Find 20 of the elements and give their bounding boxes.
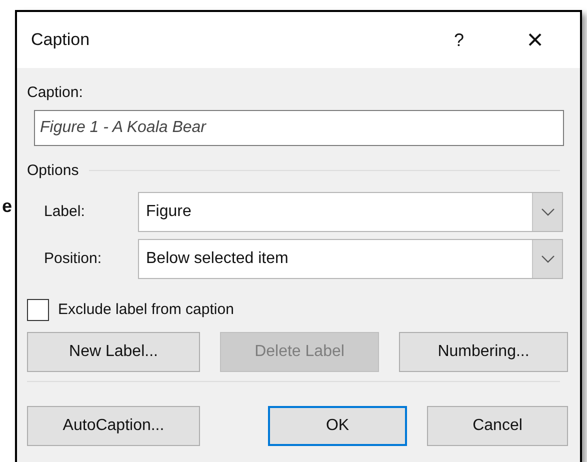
- field-label: Label:: [43, 202, 86, 222]
- checkbox[interactable]: [27, 299, 49, 322]
- window-title: Caption: [31, 29, 91, 52]
- chevron-down-icon: [540, 208, 554, 216]
- background-text: e: [2, 197, 14, 215]
- field-label: Position:: [43, 248, 103, 269]
- dialog-button[interactable]: Numbering...: [399, 332, 568, 372]
- dialog-button[interactable]: OK: [268, 406, 407, 446]
- checkbox-label: Exclude label from caption: [58, 300, 234, 320]
- help-button[interactable]: ?: [444, 26, 474, 54]
- caption-label: Caption:: [27, 83, 84, 103]
- caption-field[interactable]: Figure 1 - A Koala Bear: [34, 110, 564, 146]
- close-button[interactable]: ×: [520, 26, 550, 54]
- dialog-button[interactable]: Cancel: [427, 406, 568, 446]
- dialog-button[interactable]: AutoCaption...: [27, 406, 200, 446]
- dialog-button[interactable]: New Label...: [27, 332, 200, 372]
- chevron-down-icon: [540, 255, 554, 263]
- group-title: Options: [27, 160, 79, 180]
- dropdown[interactable]: Figure: [138, 192, 563, 232]
- dropdown[interactable]: Below selected item: [138, 239, 563, 279]
